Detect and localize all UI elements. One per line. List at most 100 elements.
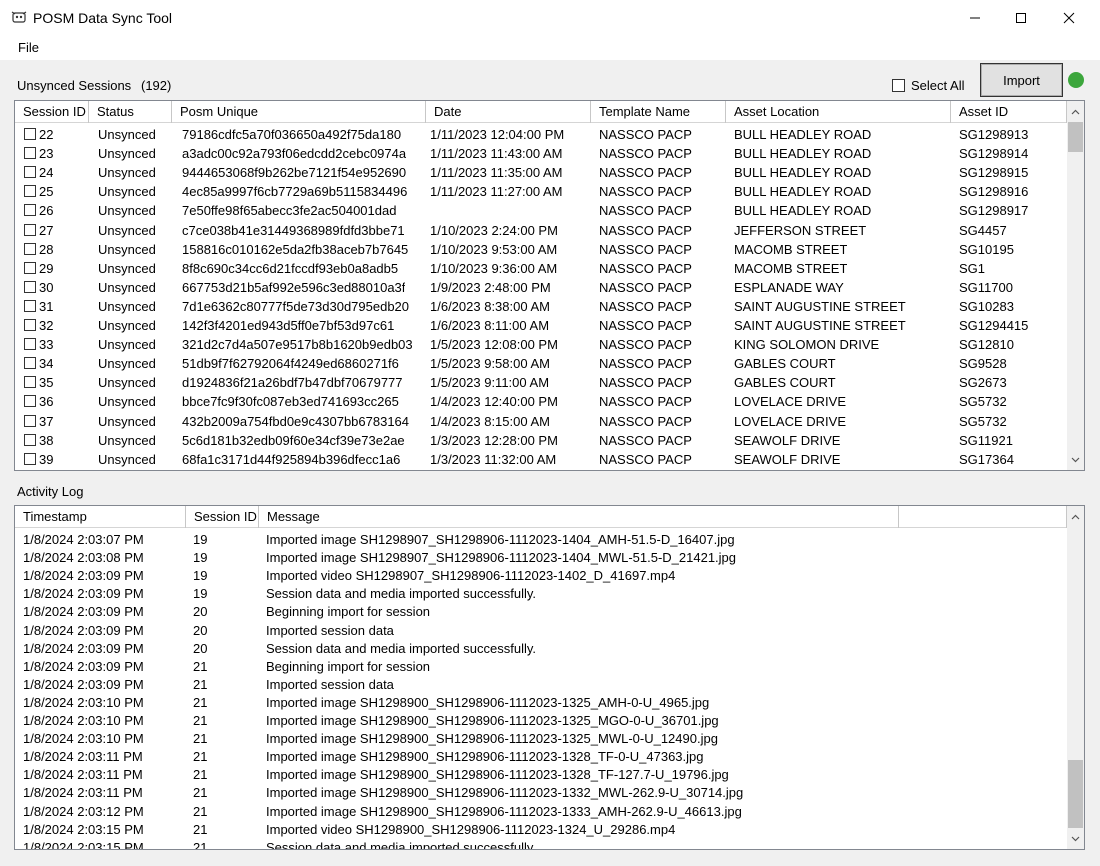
activity-log-label: Activity Log [17, 484, 84, 499]
session-row-checkbox[interactable] [24, 185, 36, 198]
log-row[interactable]: 1/8/2024 2:03:10 PM 21 Imported image SH12… [15, 729, 1067, 748]
log-cell: 1/8/2024 2:03:09 PM [23, 658, 144, 674]
session-row[interactable]: 38 Unsynced 5c6d181b32edb09f60e34cf39e73e2… [15, 431, 1067, 450]
log-row[interactable]: 1/8/2024 2:03:09 PM 21 Imported session da… [15, 675, 1067, 694]
session-cell: SEAWOLF DRIVE [734, 432, 841, 448]
log-row[interactable]: 1/8/2024 2:03:11 PM 21 Imported image SH12… [15, 765, 1067, 784]
scroll-up-button[interactable] [1067, 508, 1084, 525]
session-cell: SG12810 [959, 337, 1014, 353]
session-cell: SG1298914 [959, 146, 1029, 162]
scroll-thumb[interactable] [1068, 122, 1083, 152]
session-column-header[interactable]: Asset ID [951, 101, 1067, 123]
select-all-checkbox[interactable] [892, 79, 905, 92]
session-row[interactable]: 32 Unsynced 142f3f4201ed943d5ff0e7bf53d97c… [15, 316, 1067, 335]
menu-file[interactable]: File [18, 40, 39, 55]
log-cell: 1/8/2024 2:03:09 PM [23, 604, 144, 620]
session-column-header[interactable]: Status [89, 101, 172, 123]
session-cell: Unsynced [98, 337, 156, 353]
session-row-checkbox[interactable] [24, 204, 36, 217]
session-row[interactable]: 26 Unsynced 7e50ffe98f65abecc3fe2ac504001d… [15, 201, 1067, 220]
log-row[interactable]: 1/8/2024 2:03:12 PM 21 Imported image SH12… [15, 802, 1067, 821]
scroll-thumb[interactable] [1068, 760, 1083, 828]
import-button[interactable]: Import [980, 63, 1063, 97]
session-row-checkbox[interactable] [24, 357, 36, 370]
session-row-checkbox[interactable] [24, 452, 36, 465]
session-row-checkbox[interactable] [24, 280, 36, 293]
log-cell: Imported image SH1298907_SH1298906-11120… [266, 532, 735, 547]
minimize-button[interactable] [952, 0, 998, 36]
session-row-checkbox[interactable] [24, 147, 36, 160]
log-row[interactable]: 1/8/2024 2:03:11 PM 21 Imported image SH12… [15, 747, 1067, 766]
log-row[interactable]: 1/8/2024 2:03:11 PM 21 Imported image SH12… [15, 783, 1067, 802]
session-row-checkbox[interactable] [24, 433, 36, 446]
session-column-header[interactable]: Asset Location [726, 101, 951, 123]
log-cell: Imported video SH1298900_SH1298906-11120… [266, 821, 676, 837]
scroll-down-button[interactable] [1067, 451, 1084, 468]
log-column-header[interactable]: Message [259, 506, 899, 528]
session-row-checkbox[interactable] [24, 299, 36, 312]
session-row[interactable]: 24 Unsynced 9444653068f9b262be7121f54e9526… [15, 163, 1067, 182]
log-row[interactable]: 1/8/2024 2:03:09 PM 19 Imported video SH12… [15, 566, 1067, 585]
session-row-checkbox[interactable] [24, 319, 36, 331]
log-cell: Imported image SH1298900_SH1298906-11120… [266, 785, 744, 801]
log-scrollbar[interactable] [1067, 506, 1084, 849]
session-row[interactable]: 22 Unsynced 79186cdfc5a70f036650a492f75da1… [15, 125, 1067, 144]
select-all-label[interactable]: Select All [911, 78, 964, 93]
session-row[interactable]: 27 Unsynced c7ce038b41e31449368989fdfd3bbe… [15, 221, 1067, 240]
log-column-header[interactable]: Timestamp [15, 506, 186, 528]
session-row-checkbox[interactable] [24, 395, 36, 408]
session-row-checkbox[interactable] [24, 376, 36, 389]
log-row[interactable]: 1/8/2024 2:03:09 PM 20 Session data and me… [15, 639, 1067, 658]
session-row-checkbox[interactable] [24, 223, 36, 236]
session-row-checkbox[interactable] [24, 242, 36, 255]
log-row[interactable]: 1/8/2024 2:03:07 PM 19 Imported image SH12… [15, 530, 1067, 549]
session-column-header[interactable]: Template Name [591, 101, 726, 123]
session-row-checkbox[interactable] [24, 261, 36, 274]
log-row[interactable]: 1/8/2024 2:03:09 PM 21 Beginning import fo… [15, 657, 1067, 676]
session-row[interactable]: 30 Unsynced 667753d21b5af992e596c3ed88010a… [15, 278, 1067, 297]
sessions-grid[interactable]: Session ID Status Posm Unique Date Template … [14, 100, 1085, 471]
scroll-down-button[interactable] [1067, 830, 1084, 847]
session-row[interactable]: 29 Unsynced 8f8c690c34cc6d21fccdf93eb0a8ad… [15, 259, 1067, 278]
log-cell: 21 [193, 821, 208, 837]
log-row[interactable]: 1/8/2024 2:03:09 PM 20 Beginning import fo… [15, 602, 1067, 621]
close-button[interactable] [1046, 0, 1092, 36]
session-row[interactable]: 36 Unsynced bbce7fc9f30fc087eb3ed741693cc2… [15, 392, 1067, 411]
log-row[interactable]: 1/8/2024 2:03:10 PM 21 Imported image SH12… [15, 711, 1067, 730]
session-row[interactable]: 33 Unsynced 321d2c7d4a507e9517b8b1620b9edb… [15, 335, 1067, 354]
log-column-header[interactable]: Session ID [186, 506, 259, 528]
log-row[interactable]: 1/8/2024 2:03:15 PM 21 Session data and me… [15, 838, 1067, 849]
log-cell: 1/8/2024 2:03:07 PM [23, 532, 144, 547]
session-row[interactable]: 25 Unsynced 4ec85a9997f6cb7729a69b51158344… [15, 182, 1067, 201]
session-row[interactable]: 39 Unsynced 68fa1c3171d44f925894b396dfecc1… [15, 450, 1067, 469]
session-cell: a3adc00c92a793f06edcdd2cebc0974a [182, 146, 407, 162]
session-row[interactable]: 37 Unsynced 432b2009a754fbd0e9c4307bb67831… [15, 412, 1067, 431]
session-row-checkbox[interactable] [24, 414, 36, 427]
session-row[interactable]: 23 Unsynced a3adc00c92a793f06edcdd2cebc097… [15, 144, 1067, 163]
log-row[interactable]: 1/8/2024 2:03:15 PM 21 Imported video SH12… [15, 820, 1067, 839]
session-row[interactable]: 28 Unsynced 158816c010162e5da2fb38aceb7b76… [15, 240, 1067, 259]
session-column-header[interactable]: Session ID [15, 101, 89, 123]
log-cell: Imported image SH1298907_SH1298906-11120… [266, 550, 737, 566]
activity-log-grid[interactable]: Timestamp Session ID Message 1/8/2024 2:03… [14, 505, 1085, 850]
session-row-checkbox[interactable] [24, 128, 36, 140]
log-row[interactable]: 1/8/2024 2:03:09 PM 20 Imported session da… [15, 621, 1067, 640]
session-cell: SG1 [959, 260, 986, 276]
session-cell: 1/11/2023 11:43:00 AM [430, 146, 563, 162]
session-column-header[interactable]: Date [426, 101, 591, 123]
scroll-up-button[interactable] [1067, 103, 1084, 120]
log-row[interactable]: 1/8/2024 2:03:10 PM 21 Imported image SH12… [15, 693, 1067, 712]
session-row[interactable]: 35 Unsynced d1924836f21a26bdf7b47dbf706797… [15, 373, 1067, 392]
log-cell: 1/8/2024 2:03:10 PM [23, 694, 144, 710]
sessions-scrollbar[interactable] [1067, 101, 1084, 470]
session-row[interactable]: 31 Unsynced 7d1e6362c80777f5de73d30d795edb… [15, 297, 1067, 316]
session-cell: SAINT AUGUSTINE STREET [734, 298, 906, 314]
session-column-header[interactable]: Posm Unique [172, 101, 426, 123]
maximize-button[interactable] [998, 0, 1044, 36]
session-row-checkbox[interactable] [24, 338, 36, 351]
log-row[interactable]: 1/8/2024 2:03:08 PM 19 Imported image SH12… [15, 548, 1067, 567]
session-row-checkbox[interactable] [24, 166, 36, 179]
log-row[interactable]: 1/8/2024 2:03:09 PM 19 Session data and me… [15, 584, 1067, 603]
session-row[interactable]: 34 Unsynced 51db9f7f62792064f4249ed6860271… [15, 354, 1067, 373]
session-cell: SAINT AUGUSTINE STREET [734, 318, 906, 333]
